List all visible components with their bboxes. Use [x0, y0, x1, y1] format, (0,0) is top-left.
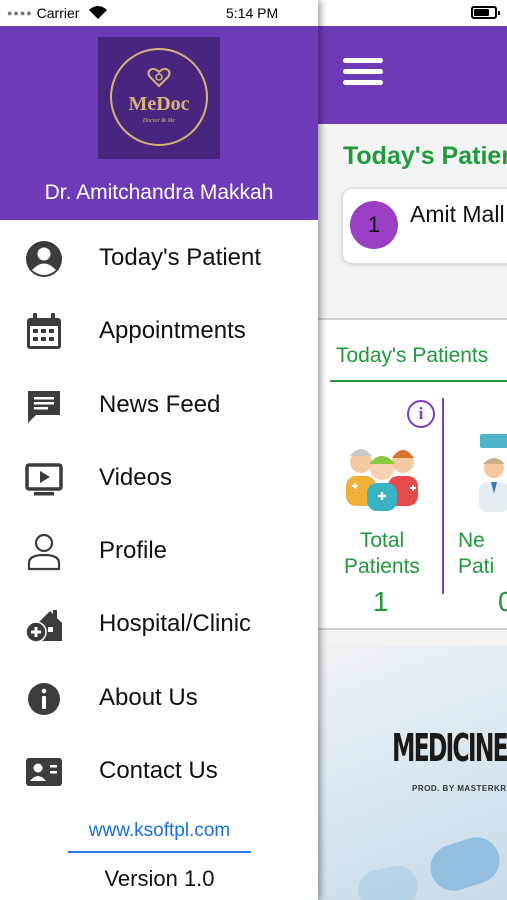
- stats-panel: Today's Patients i Total Patients Ne Pat…: [318, 320, 507, 628]
- message-icon: [28, 390, 60, 423]
- pill-decoration: [424, 831, 506, 897]
- hospital-icon: [25, 610, 62, 644]
- video-banner[interactable]: MEDICINE PROD. BY MASTERKRAFT: [318, 646, 507, 900]
- main-screen: Today's Patien 1 Amit Mall Today's Patie…: [318, 0, 507, 900]
- new-patients-icon: [479, 434, 507, 512]
- stat-value-new: 0: [498, 586, 507, 617]
- stats-divider: [442, 398, 444, 594]
- drawer-menu: Today's Patient Appointments News Feed V…: [0, 222, 318, 808]
- stat-label-total: Total Patients: [344, 529, 420, 578]
- status-bar-right: [318, 0, 507, 26]
- calendar-icon: [27, 313, 61, 350]
- patient-number-badge: 1: [350, 201, 398, 249]
- stats-title: Today's Patients: [336, 344, 489, 367]
- person-circle-icon: [26, 241, 62, 277]
- heart-logo-icon: [147, 67, 171, 88]
- stats-title-underline: [330, 380, 507, 382]
- menu-item-todays-patient[interactable]: Today's Patient: [0, 222, 318, 295]
- menu-item-news-feed[interactable]: News Feed: [0, 369, 318, 442]
- version-label: Version 1.0: [104, 866, 215, 891]
- contact-card-icon: [26, 758, 62, 787]
- wifi-icon: [89, 6, 107, 19]
- menu-item-appointments[interactable]: Appointments: [0, 295, 318, 368]
- doctor-name: Dr. Amitchandra Makkah: [44, 181, 274, 204]
- hamburger-menu-icon[interactable]: [343, 58, 383, 90]
- video-icon: [25, 463, 63, 496]
- banner-title: MEDICINE: [392, 726, 507, 770]
- website-underline: [68, 851, 251, 853]
- menu-item-about-us[interactable]: About Us: [0, 662, 318, 735]
- app-header: [318, 26, 507, 124]
- menu-item-videos[interactable]: Videos: [0, 442, 318, 515]
- battery-icon: [471, 6, 500, 19]
- medoc-logo: MeDoc Doctor & Me: [98, 37, 220, 159]
- main-content: Today's Patien 1 Amit Mall Today's Patie…: [318, 124, 507, 900]
- menu-item-hospital-clinic[interactable]: Hospital/Clinic: [0, 588, 318, 661]
- info-icon[interactable]: i: [407, 400, 435, 428]
- menu-item-contact-us[interactable]: Contact Us: [0, 735, 318, 808]
- banner-subtitle: PROD. BY MASTERKRAFT: [412, 784, 507, 793]
- section-title: Today's Patien: [343, 142, 507, 170]
- carrier-label: ●●●● Carrier: [7, 5, 80, 21]
- person-outline-icon: [27, 534, 61, 571]
- drawer-header: MeDoc Doctor & Me Dr. Amitchandra Makkah: [0, 26, 318, 220]
- nav-drawer: ●●●● Carrier 5:14 PM MeDoc Doctor & Me D…: [0, 0, 318, 900]
- status-bar: ●●●● Carrier 5:14 PM: [0, 0, 318, 26]
- stat-label-new: Ne Pati: [458, 529, 495, 578]
- patients-group-icon: [346, 449, 418, 511]
- app-screen: Today's Patien 1 Amit Mall Today's Patie…: [0, 0, 507, 900]
- status-time: 5:14 PM: [226, 5, 279, 21]
- menu-item-profile[interactable]: Profile: [0, 515, 318, 588]
- info-circle-icon: [28, 682, 60, 715]
- pill-decoration: [354, 862, 422, 900]
- stat-value-total: 1: [373, 586, 389, 617]
- patient-name: Amit Mall: [410, 201, 505, 227]
- divider: [318, 628, 507, 630]
- patient-card[interactable]: 1 Amit Mall: [342, 188, 507, 264]
- website-link[interactable]: www.ksoftpl.com: [68, 820, 251, 842]
